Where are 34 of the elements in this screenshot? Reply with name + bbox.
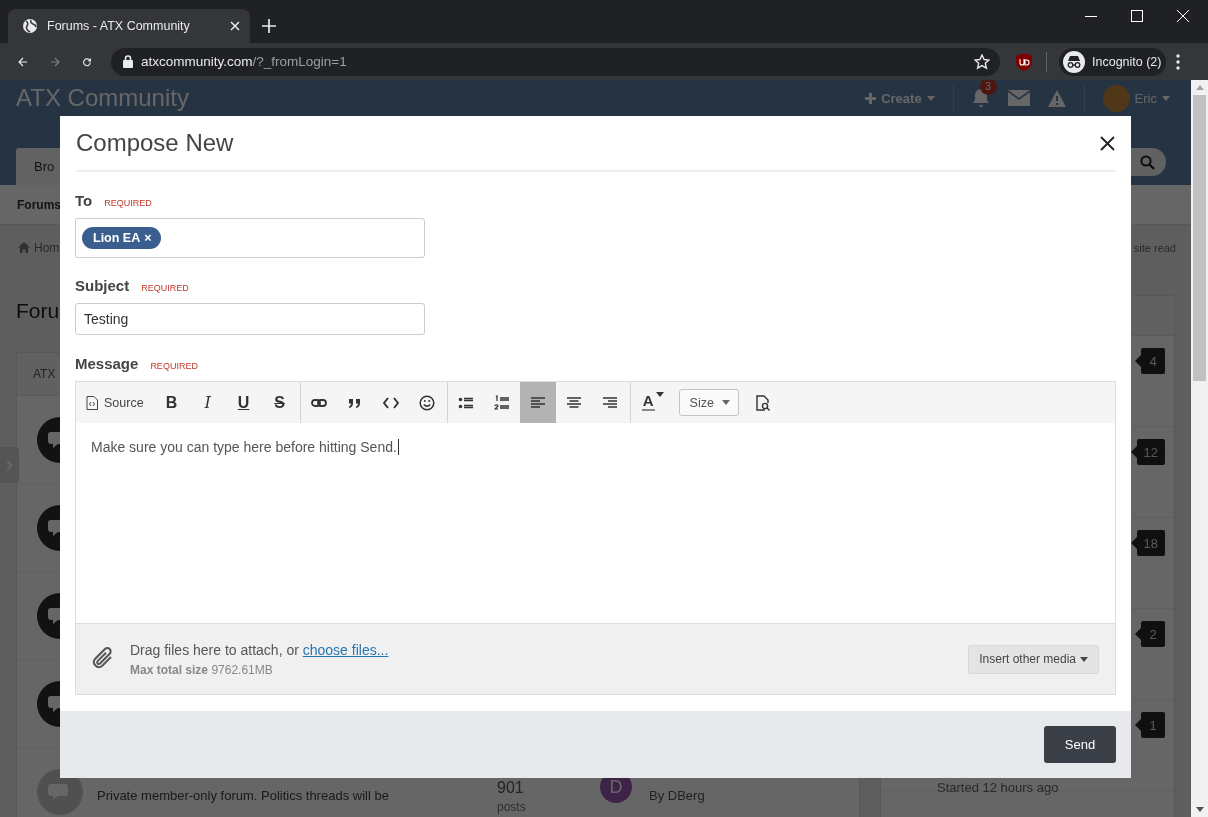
source-button[interactable]: Source	[80, 382, 154, 423]
attach-hint: Drag files here to attach, or choose files...	[130, 641, 389, 658]
post-count: 901	[497, 779, 525, 797]
page-title: Foru	[16, 299, 60, 323]
message-editor[interactable]: Make sure you can type here before hitting Send.	[76, 423, 1115, 623]
incognito-profile-button[interactable]: Incognito (2)	[1059, 47, 1166, 76]
bold-button[interactable]: B	[153, 382, 190, 423]
send-button[interactable]: Send	[1044, 726, 1116, 763]
max-size-text: Max total size 9762.61MB	[130, 662, 274, 677]
required-label: REQUIRED	[141, 283, 189, 293]
recipient-field[interactable]: Lion EA ×	[75, 218, 425, 258]
field-label: Message	[75, 355, 139, 372]
topic-meta: Started 12 hours ago	[937, 780, 1060, 795]
dialog-title: Compose New	[76, 129, 234, 157]
strike-button[interactable]: S	[261, 382, 298, 423]
font-size-dropdown[interactable]: Size	[678, 389, 739, 416]
address-bar[interactable]: atxcommunity.com/?_fromLogin=1	[111, 47, 1000, 76]
recipient-token[interactable]: Lion EA ×	[82, 227, 161, 249]
text-color-button[interactable]: A	[630, 382, 675, 423]
subject-field[interactable]: Testing	[75, 303, 425, 335]
field-label: To	[75, 192, 93, 209]
url-text: atxcommunity.com/?_fromLogin=1	[141, 54, 348, 69]
notification-count: 3	[979, 80, 997, 95]
underline-button[interactable]: U	[225, 382, 262, 423]
tab-title: Forums - ATX Community	[47, 19, 191, 33]
user-name: Eric	[1134, 90, 1157, 106]
field-label: Subject	[75, 277, 130, 294]
required-label: REQUIRED	[104, 198, 152, 208]
italic-button[interactable]: I	[189, 382, 226, 423]
insert-media-button[interactable]: Insert other media	[968, 644, 1099, 674]
choose-files-link[interactable]: choose files...	[302, 641, 389, 658]
browser-tab[interactable]: Forums - ATX Community	[8, 9, 250, 43]
forum-description: Private member-only forum. Politics threads will be	[97, 787, 390, 805]
required-label: REQUIRED	[150, 361, 198, 371]
